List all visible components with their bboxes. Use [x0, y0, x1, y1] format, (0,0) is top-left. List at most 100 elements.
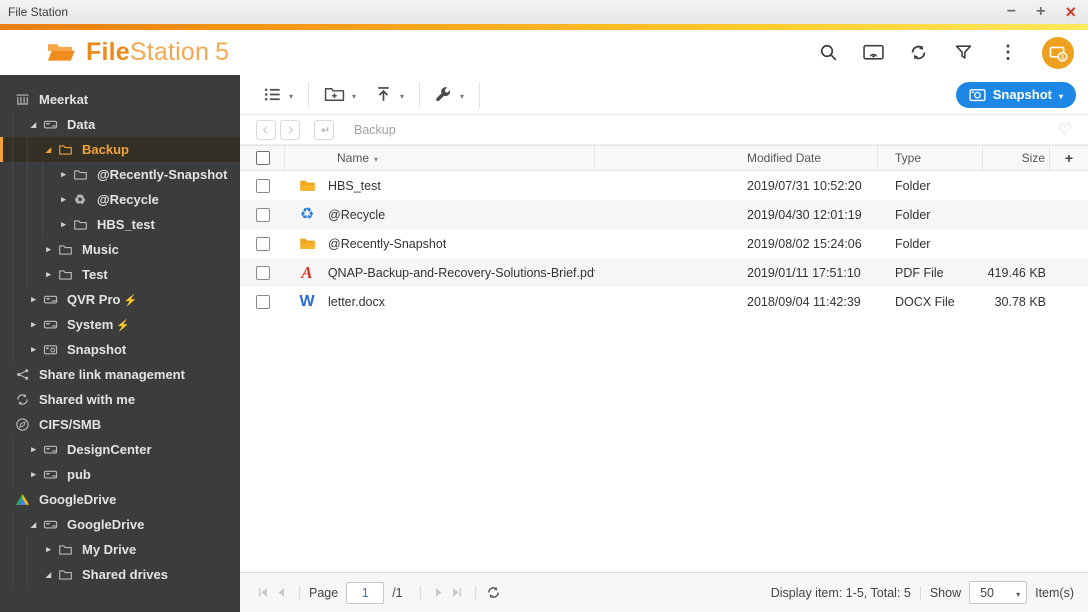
column-header-size[interactable]: Size — [983, 146, 1050, 170]
tree-indent-guide — [12, 512, 27, 537]
refresh-icon[interactable] — [907, 42, 929, 64]
file-name: QNAP-Backup-and-Recovery-Solutions-Brief… — [327, 265, 595, 280]
add-column-button[interactable]: + — [1050, 146, 1088, 170]
sidebar-item-shared-drives[interactable]: Shared drives — [0, 562, 240, 587]
type-cell: Folder — [895, 236, 931, 251]
collapse-arrow-icon[interactable] — [27, 121, 40, 129]
expand-arrow-icon[interactable] — [27, 469, 40, 480]
row-checkbox[interactable] — [256, 207, 270, 222]
upload-button[interactable] — [365, 81, 413, 109]
filter-icon[interactable] — [952, 42, 974, 64]
sidebar-item-googledrive[interactable]: GoogleDrive — [0, 512, 240, 537]
folder-file-icon — [296, 235, 318, 253]
tree-indent-guide — [12, 262, 27, 287]
expand-arrow-icon[interactable] — [57, 219, 70, 230]
tree-indent-guide — [12, 237, 27, 262]
create-folder-button[interactable] — [315, 81, 365, 109]
expand-arrow-icon[interactable] — [57, 169, 70, 180]
row-checkbox[interactable] — [256, 178, 270, 193]
sidebar-item-recently-snapshot[interactable]: @Recently-Snapshot — [0, 162, 240, 187]
expand-arrow-icon[interactable] — [57, 194, 70, 205]
column-header-modified-date[interactable]: Modified Date — [595, 146, 878, 170]
tools-button[interactable] — [426, 81, 473, 109]
previous-page-button[interactable] — [272, 584, 290, 602]
table-row[interactable]: HBS_test 2019/07/31 10:52:20 Folder — [240, 171, 1088, 200]
maximize-icon[interactable] — [1036, 4, 1045, 20]
tree-indent-guide — [27, 237, 42, 262]
tools-dropdown-caret[interactable] — [460, 86, 464, 104]
expand-arrow-icon[interactable] — [42, 544, 55, 555]
back-button[interactable] — [256, 119, 276, 140]
more-options-icon[interactable] — [997, 42, 1019, 64]
tree-indent-guide — [12, 562, 27, 587]
next-page-button[interactable] — [430, 584, 448, 602]
tree-indent-guide — [12, 337, 27, 362]
view-list-button[interactable] — [254, 81, 302, 109]
folder-icon — [55, 542, 75, 558]
expand-arrow-icon[interactable] — [42, 269, 55, 280]
upload-dropdown-caret[interactable] — [400, 86, 404, 104]
sidebar-item-cifs-smb[interactable]: CIFS/SMB — [0, 412, 240, 437]
snapshot-dropdown-caret[interactable] — [1059, 87, 1063, 102]
page-input[interactable] — [346, 581, 385, 604]
sidebar-item-googledrive[interactable]: GoogleDrive — [0, 487, 240, 512]
sidebar-item-qvr-pro[interactable]: QVR Pro — [0, 287, 240, 312]
expand-arrow-icon[interactable] — [27, 344, 40, 355]
tools-icon — [436, 86, 451, 101]
table-row[interactable]: @Recently-Snapshot 2019/08/02 15:24:06 Fol… — [240, 229, 1088, 258]
expand-arrow-icon[interactable] — [27, 444, 40, 455]
search-icon[interactable] — [817, 42, 839, 64]
remote-display-icon[interactable] — [862, 42, 884, 64]
background-task-icon[interactable]: $ — [1042, 36, 1074, 69]
page-size-select[interactable]: 50 — [969, 581, 1028, 604]
sidebar-item-snapshot[interactable]: Snapshot — [0, 337, 240, 362]
first-page-button[interactable] — [254, 584, 272, 602]
table-row[interactable]: A QNAP-Backup-and-Recovery-Solutions-Brie… — [240, 258, 1088, 287]
refresh-list-icon[interactable] — [485, 584, 503, 602]
sidebar-item-recycle[interactable]: ♻ @Recycle — [0, 187, 240, 212]
column-header-name[interactable]: Name — [285, 146, 595, 170]
sidebar-item-designcenter[interactable]: DesignCenter — [0, 437, 240, 462]
expand-arrow-icon[interactable] — [27, 294, 40, 305]
close-icon[interactable] — [1065, 3, 1076, 22]
tree-indent-guide — [12, 112, 27, 137]
last-page-button[interactable] — [448, 584, 466, 602]
collapse-arrow-icon[interactable] — [42, 146, 55, 154]
create-folder-dropdown-caret[interactable] — [352, 86, 356, 104]
view-list-dropdown-caret[interactable] — [289, 86, 293, 104]
go-up-button[interactable] — [314, 119, 334, 140]
sidebar-item-backup[interactable]: Backup — [0, 137, 240, 162]
select-all-checkbox[interactable] — [256, 151, 270, 165]
bolt-icon — [123, 292, 137, 307]
sidebar-item-hbs-test[interactable]: HBS_test — [0, 212, 240, 237]
minimize-icon[interactable] — [1007, 4, 1016, 20]
sidebar-item-share-link-management[interactable]: Share link management — [0, 362, 240, 387]
forward-button[interactable] — [280, 119, 300, 140]
row-end-spacer — [1050, 287, 1088, 316]
sidebar-item-system[interactable]: System — [0, 312, 240, 337]
size-cell — [983, 171, 1050, 200]
table-row[interactable]: Wletter.docx 2018/09/04 11:42:39 DOCX File… — [240, 287, 1088, 316]
sidebar-item-music[interactable]: Music — [0, 237, 240, 262]
expand-arrow-icon[interactable] — [27, 319, 40, 330]
sidebar-item-label: Test — [82, 267, 108, 282]
row-check-cell — [240, 258, 285, 287]
collapse-arrow-icon[interactable] — [42, 571, 55, 579]
sidebar-item-shared-with-me[interactable]: Shared with me — [0, 387, 240, 412]
favorite-heart-icon[interactable] — [1058, 120, 1072, 140]
collapse-arrow-icon[interactable] — [27, 521, 40, 529]
sidebar-item-test[interactable]: Test — [0, 262, 240, 287]
table-row[interactable]: ♻ @Recycle 2019/04/30 12:01:19 Folder — [240, 200, 1088, 229]
row-checkbox[interactable] — [256, 265, 270, 280]
app-logo: FileStation 5 — [46, 38, 229, 67]
column-header-type[interactable]: Type — [878, 146, 983, 170]
sidebar-item-meerkat[interactable]: Meerkat — [0, 87, 240, 112]
row-checkbox[interactable] — [256, 236, 270, 251]
row-checkbox[interactable] — [256, 294, 270, 309]
expand-arrow-icon[interactable] — [42, 244, 55, 255]
snapshot-button[interactable]: Snapshot — [955, 81, 1076, 108]
back-icon — [262, 125, 268, 134]
sidebar-item-data[interactable]: Data — [0, 112, 240, 137]
sidebar-item-my-drive[interactable]: My Drive — [0, 537, 240, 562]
sidebar-item-pub[interactable]: pub — [0, 462, 240, 487]
